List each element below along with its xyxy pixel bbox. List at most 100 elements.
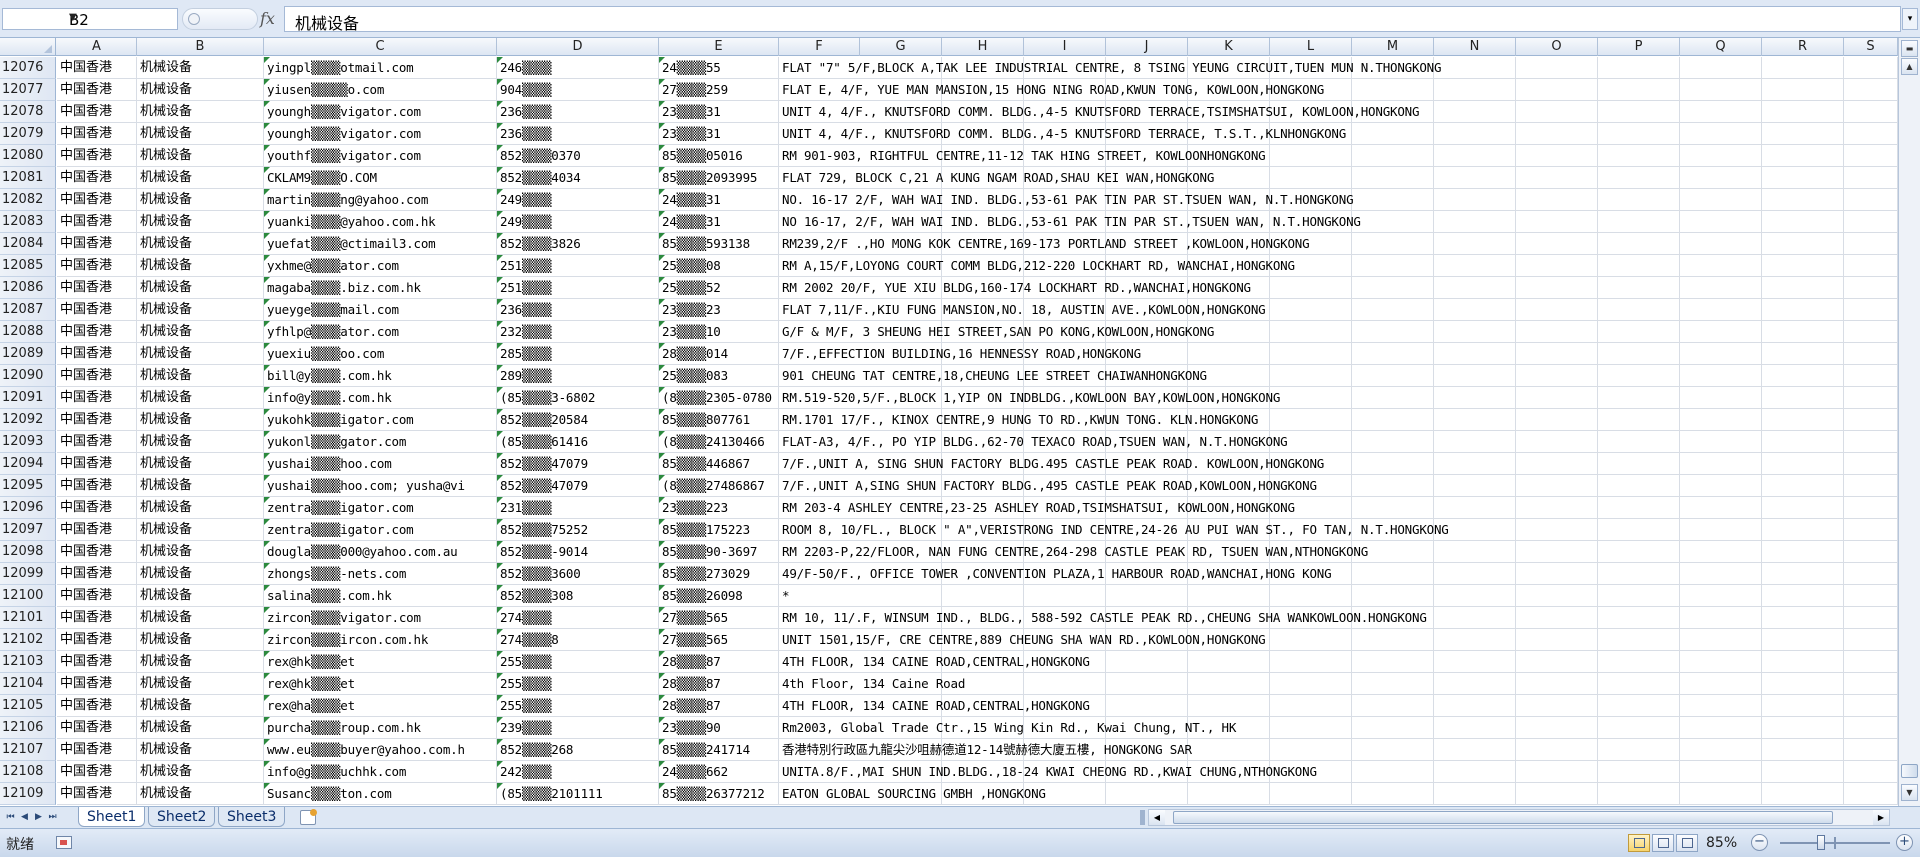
- cell-region[interactable]: 中国香港: [57, 387, 137, 409]
- cell-email[interactable]: www.eu▒▒▒▒buyer@yahoo.com.h: [264, 739, 497, 761]
- cell-phone[interactable]: 236▒▒▒▒: [497, 299, 659, 321]
- empty-cell[interactable]: [1352, 563, 1434, 585]
- cell-phone[interactable]: 251▒▒▒▒: [497, 255, 659, 277]
- cell-email[interactable]: martin▒▒▒▒ng@yahoo.com: [264, 189, 497, 211]
- expand-formula-bar-icon[interactable]: ▾: [1902, 8, 1918, 30]
- cell-region[interactable]: 中国香港: [57, 783, 137, 805]
- cell-category[interactable]: 机械设备: [137, 387, 264, 409]
- last-sheet-icon[interactable]: ⏭: [46, 810, 59, 825]
- cell-email[interactable]: yuexiu▒▒▒▒oo.com: [264, 343, 497, 365]
- empty-cell[interactable]: [1598, 651, 1680, 673]
- row-header[interactable]: 12105: [0, 695, 56, 717]
- tab-sheet2[interactable]: Sheet2: [148, 807, 216, 827]
- cell-email[interactable]: zentra▒▒▒▒igator.com: [264, 519, 497, 541]
- cell-email[interactable]: Susanc▒▒▒▒ton.com: [264, 783, 497, 805]
- tab-sheet3[interactable]: Sheet3: [218, 807, 286, 827]
- row-header[interactable]: 12102: [0, 629, 56, 651]
- row-header[interactable]: 12104: [0, 673, 56, 695]
- empty-cell[interactable]: [1434, 233, 1516, 255]
- empty-cell[interactable]: [1598, 365, 1680, 387]
- column-header-q[interactable]: Q: [1680, 38, 1762, 56]
- cell-region[interactable]: 中国香港: [57, 629, 137, 651]
- empty-cell[interactable]: [1762, 123, 1844, 145]
- empty-cell[interactable]: [1516, 651, 1598, 673]
- column-header-p[interactable]: P: [1598, 38, 1680, 56]
- cell-fax[interactable]: 85▒▒▒▒2093995: [659, 167, 779, 189]
- empty-cell[interactable]: [1434, 343, 1516, 365]
- empty-cell[interactable]: [1352, 145, 1434, 167]
- empty-cell[interactable]: [1434, 695, 1516, 717]
- select-all-corner[interactable]: [0, 38, 56, 56]
- column-header-o[interactable]: O: [1516, 38, 1598, 56]
- empty-cell[interactable]: [1844, 695, 1898, 717]
- cell-address[interactable]: NO 16-17, 2/F, WAH WAI IND. BLDG.,53-61 …: [779, 211, 1361, 233]
- empty-cell[interactable]: [1106, 651, 1188, 673]
- empty-cell[interactable]: [1844, 717, 1898, 739]
- cell-region[interactable]: 中国香港: [57, 761, 137, 783]
- scroll-up-icon[interactable]: ▲: [1901, 58, 1918, 75]
- cell-category[interactable]: 机械设备: [137, 563, 264, 585]
- empty-cell[interactable]: [1844, 211, 1898, 233]
- cell-address[interactable]: UNIT 4, 4/F., KNUTSFORD COMM. BLDG.,4-5 …: [779, 123, 1346, 145]
- column-header-f[interactable]: F: [779, 38, 860, 56]
- empty-cell[interactable]: [1352, 453, 1434, 475]
- empty-cell[interactable]: [1516, 739, 1598, 761]
- empty-cell[interactable]: [1352, 497, 1434, 519]
- empty-cell[interactable]: [1762, 519, 1844, 541]
- cell-email[interactable]: youngh▒▒▒▒vigator.com: [264, 101, 497, 123]
- row-header[interactable]: 12088: [0, 321, 56, 343]
- cell-address[interactable]: FLAT 7,11/F.,KIU FUNG MANSION,NO. 18, AU…: [779, 299, 1266, 321]
- empty-cell[interactable]: [1434, 387, 1516, 409]
- cell-category[interactable]: 机械设备: [137, 673, 264, 695]
- empty-cell[interactable]: [1598, 783, 1680, 805]
- cell-region[interactable]: 中国香港: [57, 145, 137, 167]
- empty-cell[interactable]: [1598, 607, 1680, 629]
- empty-cell[interactable]: [1598, 409, 1680, 431]
- empty-cell[interactable]: [1516, 233, 1598, 255]
- empty-cell[interactable]: [1762, 761, 1844, 783]
- cell-phone[interactable]: (85▒▒▒▒61416: [497, 431, 659, 453]
- column-header-n[interactable]: N: [1434, 38, 1516, 56]
- page-break-view-button[interactable]: [1676, 834, 1698, 852]
- empty-cell[interactable]: [1762, 475, 1844, 497]
- next-sheet-icon[interactable]: ▶: [32, 810, 45, 825]
- empty-cell[interactable]: [1598, 277, 1680, 299]
- row-header[interactable]: 12094: [0, 453, 56, 475]
- cell-email[interactable]: yushai▒▒▒▒hoo.com: [264, 453, 497, 475]
- cell-address[interactable]: RM A,15/F,LOYONG COURT COMM BLDG,212-220…: [779, 255, 1295, 277]
- empty-cell[interactable]: [1270, 409, 1352, 431]
- cell-address[interactable]: UNIT 1501,15/F, CRE CENTRE,889 CHEUNG SH…: [779, 629, 1266, 651]
- empty-cell[interactable]: [1762, 365, 1844, 387]
- row-header[interactable]: 12078: [0, 101, 56, 123]
- cell-fax[interactable]: 24▒▒▒▒31: [659, 189, 779, 211]
- empty-cell[interactable]: [1680, 365, 1762, 387]
- empty-cell[interactable]: [1434, 79, 1516, 101]
- cell-fax[interactable]: 85▒▒▒▒26098: [659, 585, 779, 607]
- empty-cell[interactable]: [1516, 123, 1598, 145]
- cell-region[interactable]: 中国香港: [57, 695, 137, 717]
- empty-cell[interactable]: [1844, 79, 1898, 101]
- empty-cell[interactable]: [1680, 211, 1762, 233]
- row-header[interactable]: 12080: [0, 145, 56, 167]
- column-header-c[interactable]: C: [264, 38, 497, 56]
- empty-cell[interactable]: [1844, 145, 1898, 167]
- scroll-left-icon[interactable]: ◀: [1149, 810, 1165, 825]
- empty-cell[interactable]: [1680, 475, 1762, 497]
- horizontal-scroll-thumb[interactable]: [1173, 811, 1833, 824]
- empty-cell[interactable]: [1352, 629, 1434, 651]
- empty-cell[interactable]: [1598, 563, 1680, 585]
- cell-fax[interactable]: 85▒▒▒▒175223: [659, 519, 779, 541]
- first-sheet-icon[interactable]: ⏮: [4, 810, 17, 825]
- empty-cell[interactable]: [1762, 255, 1844, 277]
- empty-cell[interactable]: [1434, 123, 1516, 145]
- cell-phone[interactable]: 285▒▒▒▒: [497, 343, 659, 365]
- empty-cell[interactable]: [1434, 629, 1516, 651]
- tab-split-handle[interactable]: [1140, 810, 1145, 825]
- empty-cell[interactable]: [1844, 321, 1898, 343]
- cell-category[interactable]: 机械设备: [137, 629, 264, 651]
- cell-fax[interactable]: 85▒▒▒▒593138: [659, 233, 779, 255]
- empty-cell[interactable]: [1598, 387, 1680, 409]
- insert-function-icon[interactable]: fx: [260, 9, 275, 28]
- empty-cell[interactable]: [1352, 585, 1434, 607]
- empty-cell[interactable]: [1270, 585, 1352, 607]
